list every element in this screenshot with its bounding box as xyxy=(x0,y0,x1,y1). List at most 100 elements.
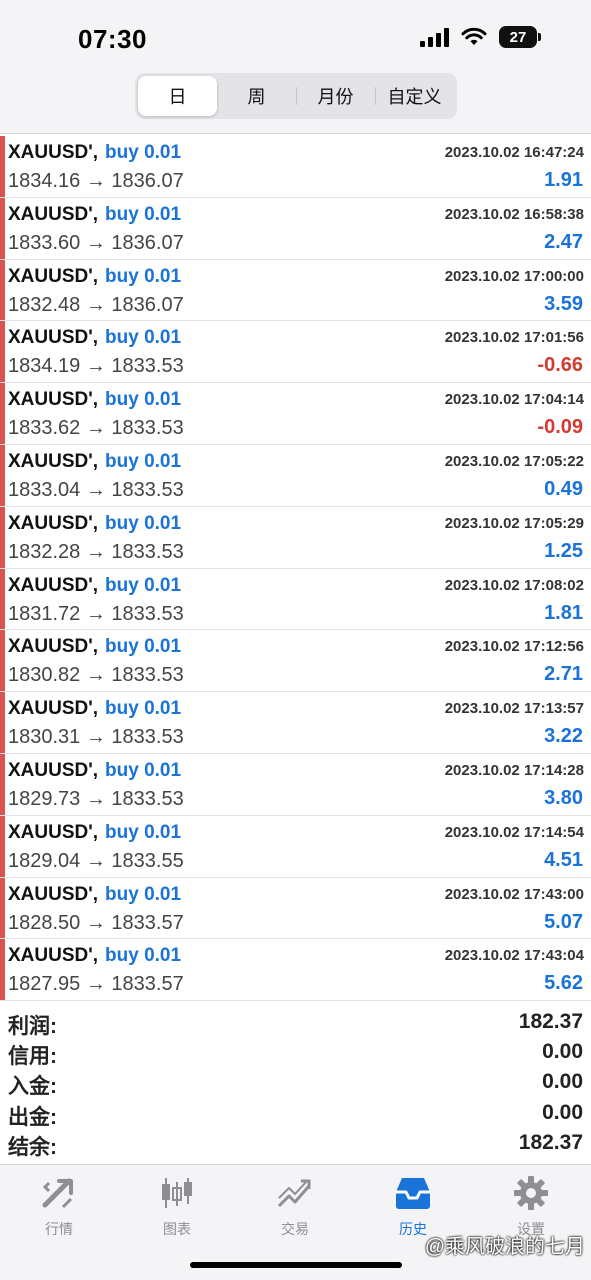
wifi-icon xyxy=(461,27,487,45)
arrow-right-icon: → xyxy=(80,417,112,440)
open-price: 1832.48 xyxy=(8,293,81,316)
segment-day[interactable]: 日 xyxy=(138,76,217,116)
trade-datetime: 2023.10.02 17:08:02 xyxy=(444,576,584,594)
trade-symbol: XAUUSD', buy 0.01 xyxy=(8,266,181,288)
settings-icon xyxy=(472,1173,590,1213)
open-price: 1829.73 xyxy=(8,787,81,810)
open-price: 1833.62 xyxy=(8,417,81,440)
trade-side: buy 0.01 xyxy=(105,883,182,905)
trade-symbol: XAUUSD', buy 0.01 xyxy=(8,451,181,473)
trade-row[interactable]: XAUUSD', buy 0.01 2023.10.02 17:01:56 1834.… xyxy=(0,321,591,384)
trade-datetime: 2023.10.02 17:05:29 xyxy=(444,514,584,532)
trade-profit: 5.62 xyxy=(544,972,583,995)
trade-datetime: 2023.10.02 17:13:57 xyxy=(444,700,584,718)
symbol-label: XAUUSD' xyxy=(8,265,93,287)
tab-trade-label: 交易 xyxy=(281,1221,309,1237)
trade-side: buy 0.01 xyxy=(105,327,182,349)
trade-side: buy 0.01 xyxy=(105,759,182,781)
close-price: 1836.07 xyxy=(111,293,184,316)
trade-side: buy 0.01 xyxy=(105,203,182,225)
trade-row[interactable]: XAUUSD', buy 0.01 2023.10.02 17:43:00 1828.… xyxy=(0,877,591,940)
summary-value: 0.00 xyxy=(542,1070,583,1094)
comma-separator: , xyxy=(92,450,99,472)
trade-profit: 0.49 xyxy=(544,477,583,500)
history-icon xyxy=(354,1173,472,1213)
comma-separator: , xyxy=(92,512,99,534)
open-price: 1827.95 xyxy=(8,973,81,996)
symbol-label: XAUUSD' xyxy=(8,512,93,534)
close-price: 1833.57 xyxy=(111,973,184,996)
trade-row[interactable]: XAUUSD', buy 0.01 2023.10.02 16:47:24 1834.… xyxy=(0,136,591,198)
close-price: 1833.53 xyxy=(111,726,184,749)
segment-custom[interactable]: 自定义 xyxy=(375,76,454,116)
segment-week[interactable]: 周 xyxy=(217,76,296,116)
trade-row[interactable]: XAUUSD', buy 0.01 2023.10.02 17:05:22 1833.… xyxy=(0,444,591,507)
open-price: 1830.31 xyxy=(8,726,81,749)
close-price: 1833.53 xyxy=(111,355,184,378)
trade-row[interactable]: XAUUSD', buy 0.01 2023.10.02 17:14:28 1829.… xyxy=(0,753,591,816)
trade-symbol: XAUUSD', buy 0.01 xyxy=(8,204,181,226)
symbol-label: XAUUSD' xyxy=(8,636,93,658)
trade-side: buy 0.01 xyxy=(105,574,182,596)
trade-marker xyxy=(0,939,5,1001)
tab-chart[interactable]: 图表 xyxy=(118,1173,236,1239)
top-header: 07:30 27 日 周 月份 自定义 xyxy=(0,0,591,134)
trade-datetime: 2023.10.02 17:14:54 xyxy=(444,823,584,841)
symbol-label: XAUUSD' xyxy=(8,759,93,781)
trade-marker xyxy=(0,815,5,877)
trade-row[interactable]: XAUUSD', buy 0.01 2023.10.02 17:14:54 1829.… xyxy=(0,815,591,878)
watermark-text: @乘风破浪的七月 xyxy=(424,1236,585,1258)
trade-symbol: XAUUSD', buy 0.01 xyxy=(8,389,181,411)
home-indicator[interactable] xyxy=(190,1262,402,1268)
symbol-label: XAUUSD' xyxy=(8,574,93,596)
tab-quotes[interactable]: 行情 xyxy=(0,1173,118,1239)
trade-marker xyxy=(0,197,5,259)
trade-row[interactable]: XAUUSD', buy 0.01 2023.10.02 17:12:56 1830.… xyxy=(0,630,591,693)
trade-side: buy 0.01 xyxy=(105,945,182,967)
segment-month[interactable]: 月份 xyxy=(296,76,375,116)
trade-row[interactable]: XAUUSD', buy 0.01 2023.10.02 17:13:57 1830.… xyxy=(0,692,591,754)
comma-separator: , xyxy=(92,327,99,349)
trade-profit: 3.59 xyxy=(544,292,583,315)
comma-separator: , xyxy=(92,945,99,967)
symbol-label: XAUUSD' xyxy=(8,203,93,225)
open-price: 1831.72 xyxy=(8,602,81,625)
close-price: 1833.53 xyxy=(111,478,184,501)
symbol-label: XAUUSD' xyxy=(8,327,93,349)
trade-row[interactable]: XAUUSD', buy 0.01 2023.10.02 17:05:29 1832.… xyxy=(0,506,591,569)
trade-row[interactable]: XAUUSD', buy 0.01 2023.10.02 17:08:02 1831.… xyxy=(0,568,591,631)
trade-profit: -0.66 xyxy=(537,354,583,377)
trade-datetime: 2023.10.02 17:12:56 xyxy=(444,638,584,656)
tab-quotes-label: 行情 xyxy=(45,1221,73,1237)
trade-row[interactable]: XAUUSD', buy 0.01 2023.10.02 17:04:14 1833.… xyxy=(0,383,591,445)
trade-datetime: 2023.10.02 17:14:28 xyxy=(444,761,584,779)
trade-row[interactable]: XAUUSD', buy 0.01 2023.10.02 17:43:04 1827.… xyxy=(0,939,591,1002)
open-price: 1828.50 xyxy=(8,911,81,934)
tab-trade[interactable]: 交易 xyxy=(236,1173,354,1239)
arrow-right-icon: → xyxy=(80,787,112,810)
symbol-label: XAUUSD' xyxy=(8,821,93,843)
trade-row[interactable]: XAUUSD', buy 0.01 2023.10.02 16:58:38 1833.… xyxy=(0,197,591,260)
trade-profit: 1.81 xyxy=(544,601,583,624)
trade-row[interactable]: XAUUSD', buy 0.01 2023.10.02 17:00:00 1832.… xyxy=(0,259,591,322)
open-price: 1833.04 xyxy=(8,478,81,501)
comma-separator: , xyxy=(92,389,99,411)
trade-profit: 3.80 xyxy=(544,786,583,809)
trade-prices: 1834.19 → 1833.53 xyxy=(8,355,184,378)
summary-value: 0.00 xyxy=(542,1100,583,1124)
arrow-right-icon: → xyxy=(80,849,112,872)
trade-prices: 1833.62 → 1833.53 xyxy=(8,417,184,440)
trade-marker xyxy=(0,506,5,568)
comma-separator: , xyxy=(92,636,99,658)
symbol-label: XAUUSD' xyxy=(8,450,93,472)
trade-symbol: XAUUSD', buy 0.01 xyxy=(8,945,181,967)
trade-marker xyxy=(0,321,5,383)
trade-symbol: XAUUSD', buy 0.01 xyxy=(8,760,181,782)
close-price: 1833.53 xyxy=(111,787,184,810)
close-price: 1836.07 xyxy=(111,170,184,192)
summary-value: 0.00 xyxy=(542,1040,583,1064)
arrow-right-icon: → xyxy=(80,478,112,501)
trade-prices: 1827.95 → 1833.57 xyxy=(8,973,184,996)
symbol-label: XAUUSD' xyxy=(8,698,93,720)
arrow-right-icon: → xyxy=(80,973,112,996)
